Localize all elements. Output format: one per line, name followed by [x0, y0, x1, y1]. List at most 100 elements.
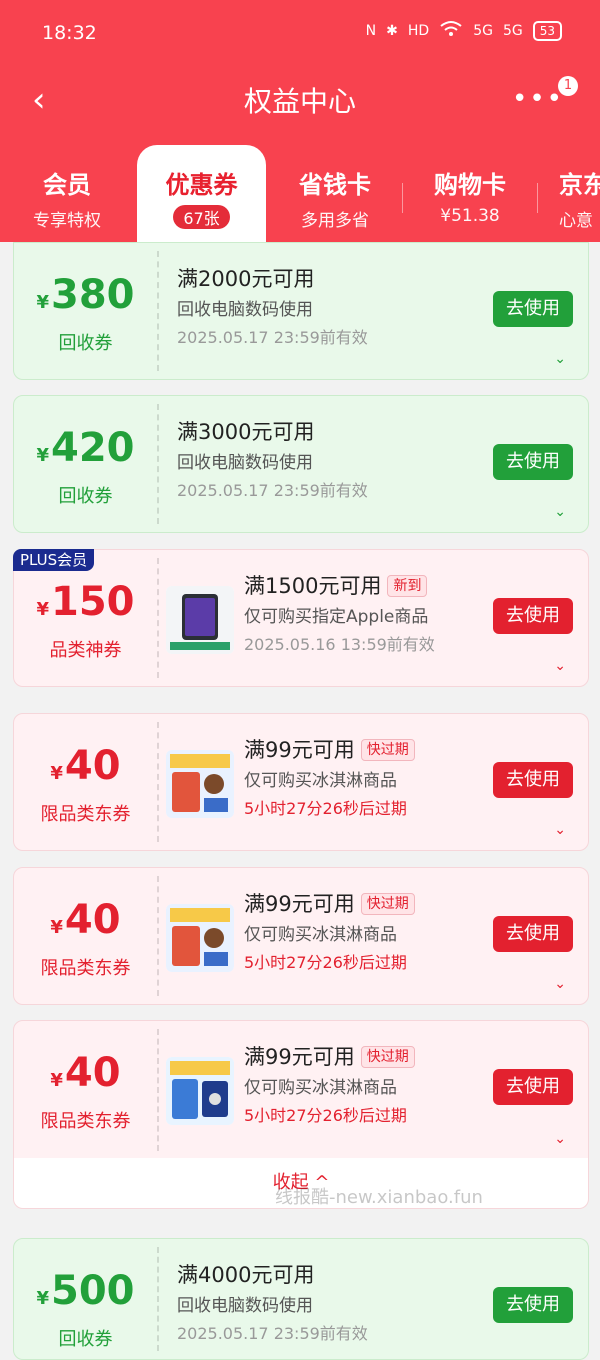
coupon-description: 回收电脑数码使用 — [177, 300, 313, 320]
coupon-value: ¥40 限品类东券 — [14, 868, 157, 1004]
coupon-value: ¥40 限品类东券 — [14, 1021, 157, 1159]
coupon-condition: 满4000元可用 — [177, 1263, 315, 1287]
coupon-info: 满99元可用 快过期 仅可购买冰淇淋商品 5小时27分26秒后过期 — [244, 890, 415, 974]
tab-label: 购物卡 — [434, 171, 506, 199]
coupon-validity: 2025.05.17 23:59前有效 — [177, 1324, 368, 1343]
tab-sub: 专享特权 — [33, 211, 101, 231]
coupon-amount: 420 — [51, 425, 135, 471]
more-button[interactable]: ••• — [512, 84, 564, 114]
coupon-validity: 2025.05.17 23:59前有效 — [177, 328, 368, 347]
coupon-divider — [157, 558, 159, 678]
coupon-validity: 2025.05.16 13:59前有效 — [244, 635, 435, 654]
coupon-condition: 满99元可用 — [244, 892, 355, 916]
use-coupon-button[interactable]: 去使用 — [493, 444, 573, 480]
currency-symbol: ¥ — [50, 763, 63, 784]
coupon-description: 回收电脑数码使用 — [177, 453, 313, 473]
coupon-amount: 150 — [51, 579, 135, 625]
use-coupon-button[interactable]: 去使用 — [493, 1069, 573, 1105]
tab-savings-card[interactable]: 省钱卡 多用多省 — [268, 145, 402, 242]
product-thumbnail — [166, 1057, 234, 1125]
watermark: 线报酷-new.xianbao.fun — [275, 1187, 483, 1208]
tab-member[interactable]: 会员 专享特权 — [0, 145, 134, 242]
coupon-info: 满2000元可用 回收电脑数码使用 2025.05.17 23:59前有效 — [177, 265, 368, 349]
tab-shopping-card[interactable]: 购物卡 ¥51.38 — [403, 145, 537, 242]
coupon-type: 限品类东券 — [40, 804, 131, 825]
coupon-amount: 380 — [51, 272, 135, 318]
currency-symbol: ¥ — [50, 917, 63, 938]
header: 18:32 N ✱ HD 5G 5G 53 ‹ 权益中心 ••• 1 会员 专享… — [0, 0, 600, 242]
coupon-info: 满4000元可用 回收电脑数码使用 2025.05.17 23:59前有效 — [177, 1261, 368, 1345]
use-coupon-button[interactable]: 去使用 — [493, 916, 573, 952]
coupon-type: 回收券 — [58, 333, 113, 354]
coupon-value: ¥40 限品类东券 — [14, 714, 157, 850]
new-tag: 新到 — [387, 575, 428, 597]
chevron-down-icon[interactable]: ⌄ — [554, 351, 566, 367]
chevron-down-icon[interactable]: ⌄ — [554, 1131, 566, 1147]
coupon-card: ¥500 回收券 满4000元可用 回收电脑数码使用 2025.05.17 23… — [13, 1238, 589, 1360]
coupon-condition: 满3000元可用 — [177, 420, 315, 444]
product-thumbnail — [166, 586, 234, 654]
chevron-down-icon[interactable]: ⌄ — [554, 504, 566, 520]
coupon-divider — [157, 404, 159, 524]
tab-coupons[interactable]: 优惠券 67张 — [137, 145, 266, 242]
tab-bar: 会员 专享特权 优惠券 67张 省钱卡 多用多省 购物卡 ¥51.38 京东 心… — [0, 145, 600, 242]
coupon-divider — [157, 722, 159, 842]
signal-icon-1: 5G — [473, 23, 493, 39]
expiring-tag: 快过期 — [360, 893, 415, 915]
coupon-divider — [157, 876, 159, 996]
currency-symbol: ¥ — [36, 1288, 50, 1309]
coupon-amount: 500 — [51, 1268, 135, 1314]
tab-sub: 多用多省 — [301, 211, 369, 231]
tab-count-badge: 67张 — [173, 205, 230, 229]
coupon-amount: 40 — [64, 897, 121, 943]
use-coupon-button[interactable]: 去使用 — [493, 1287, 573, 1323]
coupon-info: 满1500元可用 新到 仅可购买指定Apple商品 2025.05.16 13:5… — [244, 572, 435, 656]
coupon-type: 限品类东券 — [40, 1111, 131, 1132]
bluetooth-icon: ✱ — [386, 23, 398, 39]
currency-symbol: ¥ — [36, 445, 50, 466]
currency-symbol: ¥ — [36, 599, 50, 620]
coupon-type: 回收券 — [58, 486, 113, 507]
coupon-type: 回收券 — [58, 1329, 113, 1350]
expiring-tag: 快过期 — [360, 739, 415, 761]
coupon-card: ¥380 回收券 满2000元可用 回收电脑数码使用 2025.05.17 23… — [13, 242, 589, 380]
signal-icon-2: 5G — [502, 23, 523, 39]
coupon-amount: 40 — [64, 743, 121, 789]
coupon-info: 满3000元可用 回收电脑数码使用 2025.05.17 23:59前有效 — [177, 418, 368, 502]
coupon-condition: 满99元可用 — [244, 1045, 355, 1069]
coupon-description: 仅可购买冰淇淋商品 — [244, 771, 397, 791]
coupon-condition: 满2000元可用 — [177, 267, 315, 291]
wifi-icon — [439, 20, 463, 42]
coupon-card: ¥150 品类神券 满1500元可用 新到 仅可购买指定Apple商品 2025.… — [13, 549, 589, 687]
hd-icon: HD — [407, 23, 430, 39]
notification-badge: 1 — [558, 76, 578, 96]
use-coupon-button[interactable]: 去使用 — [493, 598, 573, 634]
coupon-value: ¥420 回收券 — [14, 396, 157, 532]
tab-sub: ¥51.38 — [440, 206, 500, 226]
coupon-card: ¥40 限品类东券 满99元可用 快过期 仅可购买冰淇淋商品 5小时27分26秒后… — [13, 867, 589, 1005]
coupon-condition: 满99元可用 — [244, 738, 355, 762]
coupon-card: ¥40 限品类东券 满99元可用 快过期 仅可购买冰淇淋商品 5小时27分26秒后… — [13, 1020, 589, 1160]
status-icons: N ✱ HD 5G 5G 53 — [366, 20, 562, 42]
chevron-down-icon[interactable]: ⌄ — [554, 976, 566, 992]
coupon-condition: 满1500元可用 — [244, 574, 382, 598]
product-thumbnail — [166, 904, 234, 972]
coupon-info: 满99元可用 快过期 仅可购买冰淇淋商品 5小时27分26秒后过期 — [244, 736, 415, 820]
nfc-icon: N — [365, 23, 377, 39]
coupon-divider — [157, 1029, 159, 1151]
currency-symbol: ¥ — [50, 1070, 63, 1091]
coupon-countdown: 5小时27分26秒后过期 — [244, 953, 407, 972]
coupon-type: 品类神券 — [49, 640, 122, 661]
coupon-card: ¥420 回收券 满3000元可用 回收电脑数码使用 2025.05.17 23… — [13, 395, 589, 533]
coupon-countdown: 5小时27分26秒后过期 — [244, 1106, 407, 1125]
tab-jd[interactable]: 京东 心意 — [545, 145, 600, 242]
chevron-down-icon[interactable]: ⌄ — [554, 822, 566, 838]
use-coupon-button[interactable]: 去使用 — [493, 291, 573, 327]
tab-label: 会员 — [43, 171, 91, 199]
tab-label: 优惠券 — [165, 171, 238, 199]
use-coupon-button[interactable]: 去使用 — [493, 762, 573, 798]
coupon-value: ¥380 回收券 — [14, 243, 157, 379]
tab-label: 京东 — [559, 171, 600, 199]
chevron-down-icon[interactable]: ⌄ — [554, 658, 566, 674]
currency-symbol: ¥ — [36, 292, 50, 313]
